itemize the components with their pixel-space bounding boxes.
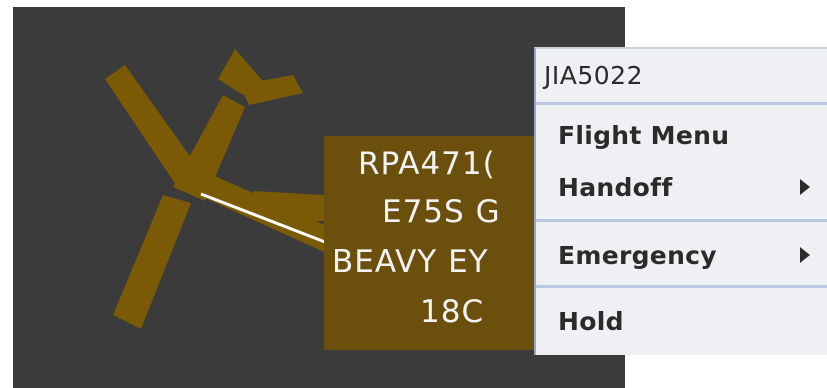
chevron-right-icon [800, 247, 810, 263]
menu-item-flight-menu[interactable]: Flight Menu [536, 115, 827, 159]
callsign-label: RPA471( [358, 146, 496, 182]
menu-title: JIA5022 [544, 61, 643, 90]
flight-datablock[interactable]: RPA471( E75S G BEAVY EY 18C [324, 136, 548, 350]
menu-item-label: Flight Menu [558, 121, 730, 150]
aircraft-type-label: E75S G [382, 194, 501, 230]
fix-label: BEAVY EY [332, 244, 489, 280]
menu-item-label: Handoff [558, 173, 673, 202]
runway-label: 18C [420, 294, 485, 330]
menu-item-label: Hold [558, 307, 624, 336]
chevron-right-icon [800, 179, 810, 195]
menu-item-label: Emergency [558, 241, 717, 270]
menu-item-hold[interactable]: Hold [536, 301, 827, 345]
menu-separator [536, 219, 827, 222]
flight-context-menu: JIA5022 Flight Menu Handoff Emergency Ho… [534, 47, 827, 355]
menu-item-emergency[interactable]: Emergency [536, 235, 827, 279]
menu-separator [536, 102, 827, 105]
menu-separator [536, 285, 827, 288]
menu-item-handoff[interactable]: Handoff [536, 167, 827, 211]
